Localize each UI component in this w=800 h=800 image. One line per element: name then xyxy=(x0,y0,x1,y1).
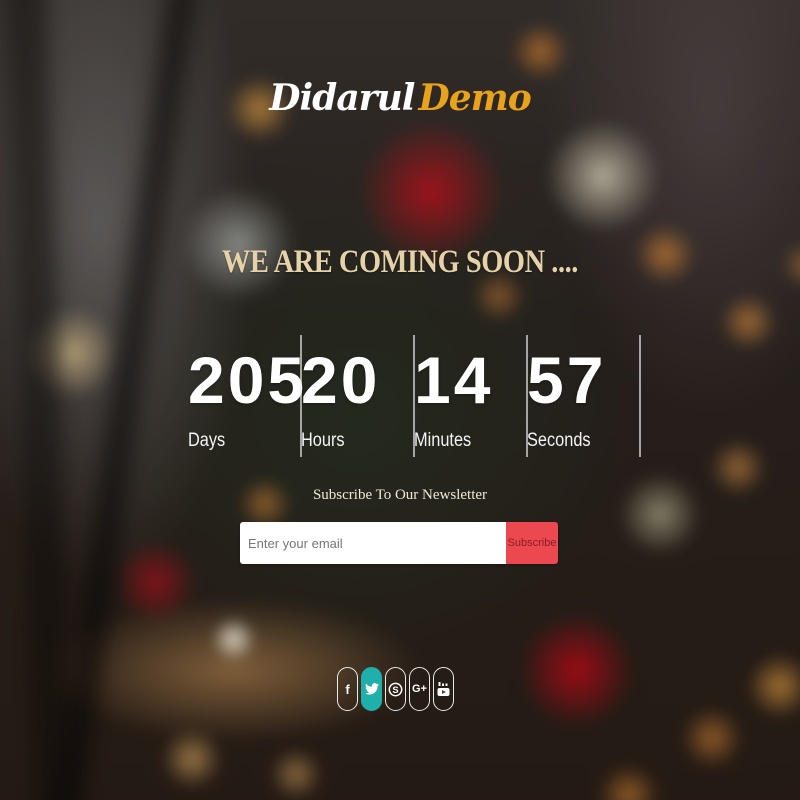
countdown-minutes: 14 Minutes xyxy=(414,335,528,457)
countdown-hours: 20 Hours xyxy=(301,335,415,457)
coming-soon-headline: WE ARE COMING SOON .... xyxy=(222,244,578,280)
countdown-value: 57 xyxy=(527,343,607,417)
email-input[interactable] xyxy=(240,522,506,564)
countdown-value: 205 xyxy=(188,343,308,417)
coming-soon-page: Didarul Demo WE ARE COMING SOON .... 205 … xyxy=(0,0,800,800)
skype-link[interactable]: S xyxy=(385,667,406,711)
countdown-days: 205 Days xyxy=(188,335,304,457)
subscribe-button[interactable]: Subscribe xyxy=(506,522,558,564)
youtube-link[interactable] xyxy=(433,667,454,711)
facebook-link[interactable]: f xyxy=(337,667,358,711)
countdown-label: Seconds xyxy=(527,430,591,451)
countdown-seconds: 57 Seconds xyxy=(527,335,641,457)
countdown-label: Days xyxy=(188,430,226,451)
skype-icon: S xyxy=(388,682,403,697)
twitter-link[interactable] xyxy=(361,667,382,711)
site-logo[interactable]: Didarul Demo xyxy=(0,70,800,126)
twitter-icon xyxy=(364,683,379,695)
newsletter-title: Subscribe To Our Newsletter xyxy=(312,487,488,503)
countdown-label: Hours xyxy=(301,430,345,451)
social-links: f S G+ xyxy=(337,667,454,711)
logo-text-second: Demo xyxy=(418,77,531,119)
skype-icon-glyph: S xyxy=(392,684,398,694)
countdown-value: 20 xyxy=(301,343,381,417)
google-plus-icon: G+ xyxy=(412,683,427,695)
logo-text-first: Didarul xyxy=(269,77,415,119)
newsletter-form: Subscribe xyxy=(240,522,558,564)
countdown-value: 14 xyxy=(414,343,494,417)
countdown-label: Minutes xyxy=(414,430,472,451)
youtube-icon xyxy=(437,681,450,697)
main-content: Didarul Demo WE ARE COMING SOON .... 205 … xyxy=(0,0,800,800)
countdown-divider xyxy=(639,335,641,457)
facebook-icon: f xyxy=(345,681,350,697)
google-plus-link[interactable]: G+ xyxy=(409,667,430,711)
countdown-timer: 205 Days 20 Hours 14 Minutes 57 Seconds xyxy=(188,335,641,457)
